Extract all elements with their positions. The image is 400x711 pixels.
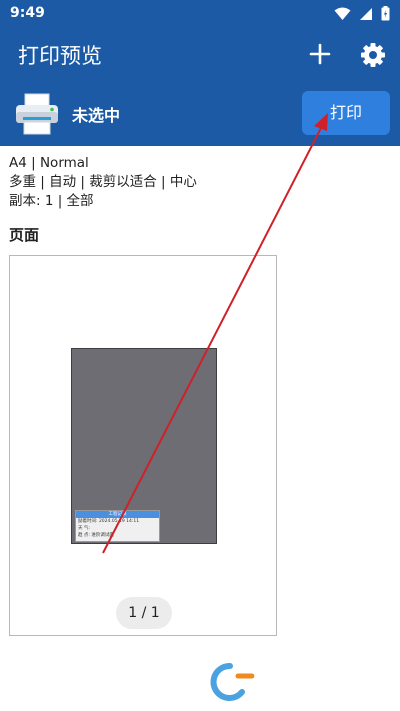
print-button[interactable]: 打印 bbox=[302, 91, 390, 135]
paper-setting: A4 | Normal bbox=[9, 155, 89, 171]
watermark-logo bbox=[208, 660, 390, 704]
status-icons bbox=[334, 6, 390, 21]
print-settings-summary[interactable]: A4 | Normal 多重 | 自动 | 裁剪以适合 | 中心 副本: 1 |… bbox=[9, 154, 197, 211]
preview-dialog-row: 趋 点: 进阶调试面 bbox=[78, 533, 114, 538]
preview-dialog-title: 工程记录 bbox=[76, 511, 159, 518]
add-button[interactable] bbox=[306, 40, 334, 68]
page-counter: 1 / 1 bbox=[116, 597, 172, 629]
printer-icon bbox=[16, 93, 58, 135]
printer-bar: 未选中 打印 bbox=[0, 82, 400, 146]
battery-icon bbox=[381, 6, 390, 21]
status-time: 9:49 bbox=[10, 5, 45, 21]
page-title: 打印预览 bbox=[18, 44, 102, 68]
preview-dialog-row: 天 气: bbox=[78, 526, 90, 531]
pages-heading: 页面 bbox=[9, 226, 40, 244]
print-preview-screen: 9:49 打印预览 未选中 打印 A4 | Normal 多重 | 自动 | 裁… bbox=[0, 0, 400, 711]
add-icon bbox=[309, 43, 331, 65]
layout-setting: 多重 | 自动 | 裁剪以适合 | 中心 bbox=[9, 174, 197, 190]
app-bar: 打印预览 bbox=[0, 28, 400, 82]
preview-dialog-row: 励着时间: 2024.05.19 14:11 bbox=[78, 519, 140, 524]
gear-icon bbox=[361, 43, 385, 67]
page-content-thumbnail: 工程记录 励着时间: 2024.05.19 14:11 天 气: 趋 点: 进阶… bbox=[71, 348, 217, 544]
printer-selector[interactable] bbox=[14, 92, 60, 136]
signal-icon bbox=[360, 7, 372, 20]
copies-setting: 副本: 1 | 全部 bbox=[9, 193, 94, 209]
printer-status[interactable]: 未选中 bbox=[72, 102, 120, 126]
preview-dialog: 工程记录 励着时间: 2024.05.19 14:11 天 气: 趋 点: 进阶… bbox=[75, 510, 160, 542]
settings-button[interactable] bbox=[358, 40, 388, 70]
wifi-icon bbox=[334, 7, 351, 20]
page-preview[interactable]: 工程记录 励着时间: 2024.05.19 14:11 天 气: 趋 点: 进阶… bbox=[9, 255, 277, 636]
xixi-logo-icon bbox=[210, 662, 388, 702]
status-bar: 9:49 bbox=[0, 0, 400, 28]
